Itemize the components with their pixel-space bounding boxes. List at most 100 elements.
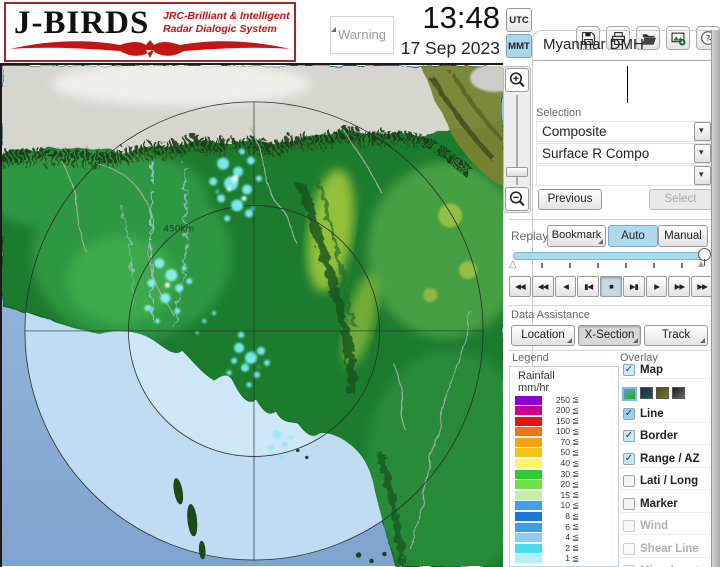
legend-row: 8 ≦ xyxy=(510,511,618,523)
overlay-item-label: Border xyxy=(640,430,678,442)
legend-row: 6 ≦ xyxy=(510,521,618,533)
overlay-item-line[interactable]: ✓ Line xyxy=(620,407,712,423)
bookmark-button[interactable]: Bookmark xyxy=(547,225,606,247)
legend-value: 6 xyxy=(565,521,570,532)
select-button[interactable]: Select xyxy=(649,189,712,210)
rainfall-legend: Rainfall mm/hr 250 ≦ 200 ≦ 150 ≦ 100 ≦ 70 ≦ 5… xyxy=(509,366,619,567)
replay-slider-thumb[interactable] xyxy=(698,248,711,266)
legend-row: 1 ≦ xyxy=(510,552,618,565)
lte-symbol: ≦ xyxy=(572,457,580,468)
overlay-list: ✓ Map ✓ Line ✓ Border ✓ Range / AZ Lati … xyxy=(620,364,712,567)
radar-map[interactable]: 450km xyxy=(0,63,503,567)
legend-swatch xyxy=(515,416,542,426)
location-button[interactable]: Location xyxy=(511,325,575,346)
replay-label: Replay xyxy=(511,229,549,243)
replay-slider: △ ▲ xyxy=(509,248,713,274)
legend-swatch xyxy=(515,512,542,522)
mmt-button[interactable]: MMT xyxy=(506,34,532,58)
warning-dropdown[interactable]: Warning xyxy=(330,16,394,54)
fast-forward-button[interactable]: ▶▶ xyxy=(668,276,691,297)
shear-line-checkbox xyxy=(623,542,635,555)
legend-row: 200 ≦ xyxy=(510,405,618,417)
legend-row: 10 ≦ xyxy=(510,500,618,512)
step-forward-button[interactable]: ▶▮ xyxy=(622,276,645,297)
clock-date: 17 Sep 2023 xyxy=(400,38,500,58)
marker-checkbox[interactable] xyxy=(623,497,635,510)
corner-arrow-icon xyxy=(331,27,336,32)
slider-start-marker-icon: △ xyxy=(509,259,517,270)
selection-dropdown-3[interactable] xyxy=(536,165,712,186)
panel-resize-strip[interactable] xyxy=(711,30,720,567)
selection-dropdown-2-value: Surface R Compo xyxy=(542,146,650,161)
playback-controls: ◀◀ ◀◀ ◀ ▮◀ ■ ▶▮ ▶ ▶▶ ▶▶ xyxy=(509,276,714,297)
corner-arrow-icon xyxy=(567,338,572,343)
legend-row: 100 ≦ xyxy=(510,425,618,438)
skip-latest-button[interactable]: ▶▶ xyxy=(691,276,714,297)
play-button[interactable]: ▶ xyxy=(645,276,668,297)
slider-tick xyxy=(569,263,571,268)
x-section-button[interactable]: X-Section xyxy=(578,325,641,346)
legend-row: 250 ≦ xyxy=(510,394,618,406)
chevron-down-icon[interactable] xyxy=(694,122,711,141)
lte-symbol: ≦ xyxy=(572,531,580,542)
legend-swatch xyxy=(515,427,542,437)
chevron-down-icon[interactable] xyxy=(694,144,711,163)
legend-swatch xyxy=(515,469,542,479)
text-caret xyxy=(627,66,628,103)
range-az-checkbox[interactable]: ✓ xyxy=(623,452,635,465)
zoom-slider-thumb[interactable] xyxy=(506,167,528,177)
lati-long-checkbox[interactable] xyxy=(623,475,635,487)
zoom-in-icon xyxy=(509,72,525,88)
overlay-item-wind: Wind xyxy=(620,520,712,535)
play-backward-button[interactable]: ◀ xyxy=(554,276,577,297)
overlay-item-border[interactable]: ✓ Border xyxy=(620,430,712,445)
lte-symbol: ≦ xyxy=(572,478,580,489)
map-checkbox[interactable]: ✓ xyxy=(623,364,635,376)
map-style-option-2[interactable] xyxy=(640,386,653,399)
overlay-item-range-az[interactable]: ✓ Range / AZ xyxy=(620,452,712,468)
rewind-button[interactable]: ◀◀ xyxy=(531,276,554,297)
add-image-button[interactable] xyxy=(666,26,690,50)
fast-rewind-button[interactable]: ◀◀ xyxy=(509,276,531,297)
lte-symbol: ≦ xyxy=(572,394,580,404)
legend-row: 20 ≦ xyxy=(510,478,618,491)
auto-button[interactable]: Auto xyxy=(608,225,658,247)
map-style-option-4[interactable] xyxy=(672,386,685,399)
legend-value: 70 xyxy=(560,436,570,447)
lte-symbol: ≦ xyxy=(572,489,580,500)
slider-tick xyxy=(681,263,683,268)
stop-button[interactable]: ■ xyxy=(600,276,622,297)
step-back-button[interactable]: ▮◀ xyxy=(577,276,600,297)
map-style-option-3[interactable] xyxy=(656,386,669,399)
legend-value: 100 xyxy=(555,426,570,437)
selection-dropdown-2[interactable]: Surface R Compo xyxy=(536,143,712,164)
lte-symbol: ≦ xyxy=(572,425,580,436)
border-checkbox[interactable]: ✓ xyxy=(623,430,635,442)
site-name-underline xyxy=(533,60,712,61)
map-style-option-1[interactable] xyxy=(622,386,637,401)
overlay-item-map[interactable]: ✓ Map xyxy=(620,364,712,379)
legend-swatch xyxy=(515,448,542,458)
eagle-icon xyxy=(10,40,290,58)
manual-button[interactable]: Manual xyxy=(658,225,708,247)
overlay-item-lati-long[interactable]: Lati / Long xyxy=(620,475,712,490)
selection-dropdown-1[interactable]: Composite xyxy=(536,121,712,142)
legend-swatch xyxy=(515,406,542,416)
legend-row: 40 ≦ xyxy=(510,457,618,470)
lte-symbol: ≦ xyxy=(572,552,580,563)
overlay-item-marker[interactable]: Marker xyxy=(620,497,712,513)
track-button[interactable]: Track xyxy=(644,325,708,346)
chevron-down-icon[interactable] xyxy=(694,166,711,185)
map-zoom-control xyxy=(503,66,531,213)
utc-button[interactable]: UTC xyxy=(506,8,532,32)
legend-label: Legend xyxy=(512,352,549,364)
line-checkbox[interactable]: ✓ xyxy=(623,407,635,420)
warning-label: Warning xyxy=(338,27,386,42)
previous-button[interactable]: Previous xyxy=(538,189,602,210)
zoom-in-button[interactable] xyxy=(505,68,529,92)
bookmark-label: Bookmark xyxy=(551,229,602,241)
range-ring-label: 450km xyxy=(163,224,194,234)
replay-slider-track[interactable] xyxy=(513,252,707,260)
overlay-label: Overlay xyxy=(620,352,658,364)
zoom-out-button[interactable] xyxy=(505,187,529,211)
